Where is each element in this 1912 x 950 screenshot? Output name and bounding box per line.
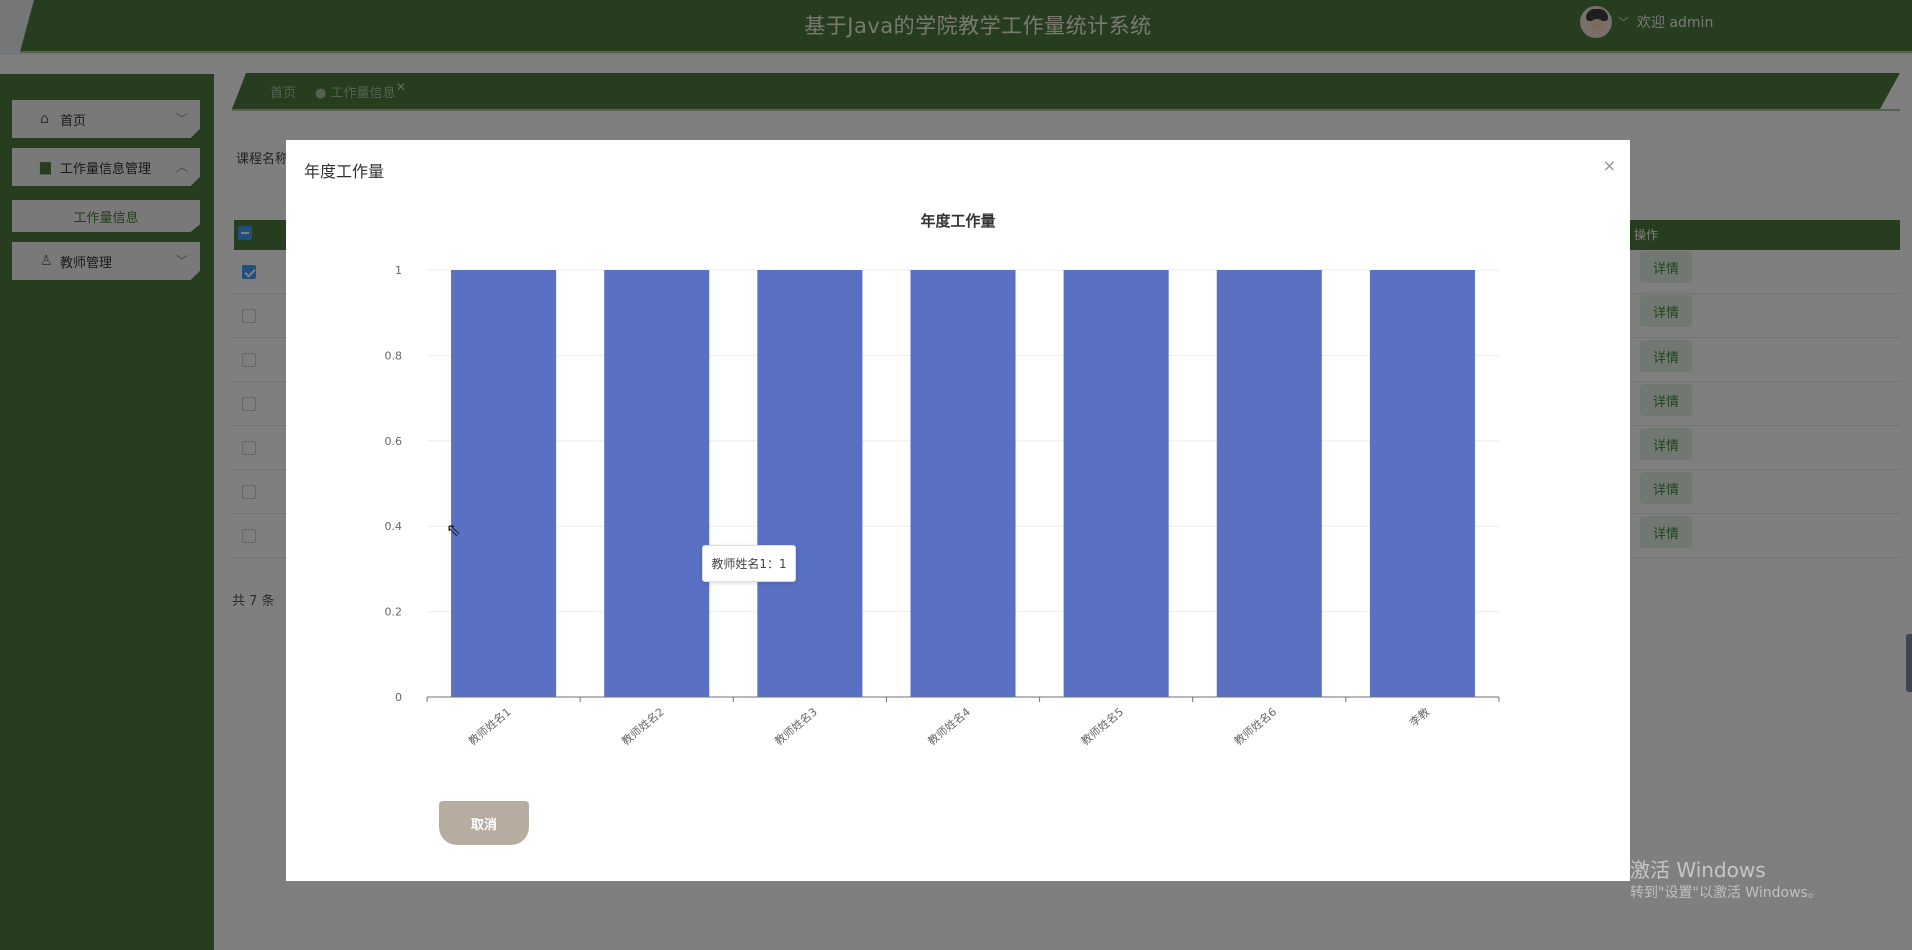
bar[interactable] <box>451 270 557 697</box>
windows-activation-hint: 转到"设置"以激活 Windows。 <box>1630 885 1822 901</box>
y-tick-label: 0 <box>395 691 402 704</box>
y-tick-label: 0.4 <box>385 520 403 533</box>
bar[interactable] <box>910 270 1016 697</box>
bar-chart: 年度工作量 0 0.2 0.4 0.6 0.8 1 教师姓名1 教师姓名2 教师姓名3 教师姓名4… <box>385 212 1500 749</box>
side-scroll-handle[interactable] <box>1906 634 1912 692</box>
windows-activation-watermark: 激活 Windows <box>1630 858 1766 882</box>
x-tick-label: 教师姓名4 <box>925 705 973 749</box>
x-tick-label: 教师姓名5 <box>1078 705 1126 749</box>
bar[interactable] <box>1369 270 1475 697</box>
y-tick-label: 0.6 <box>385 435 403 448</box>
chart-tooltip: 教师姓名1：1 <box>702 545 796 582</box>
x-tick-label: 李教 <box>1407 705 1433 730</box>
x-tick-label: 教师姓名6 <box>1231 705 1279 749</box>
bar[interactable] <box>604 270 710 697</box>
annual-workload-dialog: 年度工作量 × 年度工作量 0 0.2 0.4 0.6 0.8 1 教师姓名1 教师姓名2 教师… <box>286 140 1630 881</box>
x-tick-label: 教师姓名1 <box>465 705 513 749</box>
x-tick-label: 教师姓名3 <box>772 705 820 749</box>
cancel-button[interactable]: 取消 <box>439 801 529 845</box>
bar[interactable] <box>1063 270 1169 697</box>
bar[interactable] <box>1216 270 1322 697</box>
y-tick-label: 0.2 <box>385 606 403 619</box>
chart-title: 年度工作量 <box>920 212 995 230</box>
y-tick-label: 1 <box>395 264 402 277</box>
x-tick-label: 教师姓名2 <box>619 705 667 749</box>
bar[interactable] <box>757 270 863 697</box>
mouse-cursor-icon: ⇖ <box>446 520 462 541</box>
y-tick-label: 0.8 <box>385 349 403 362</box>
